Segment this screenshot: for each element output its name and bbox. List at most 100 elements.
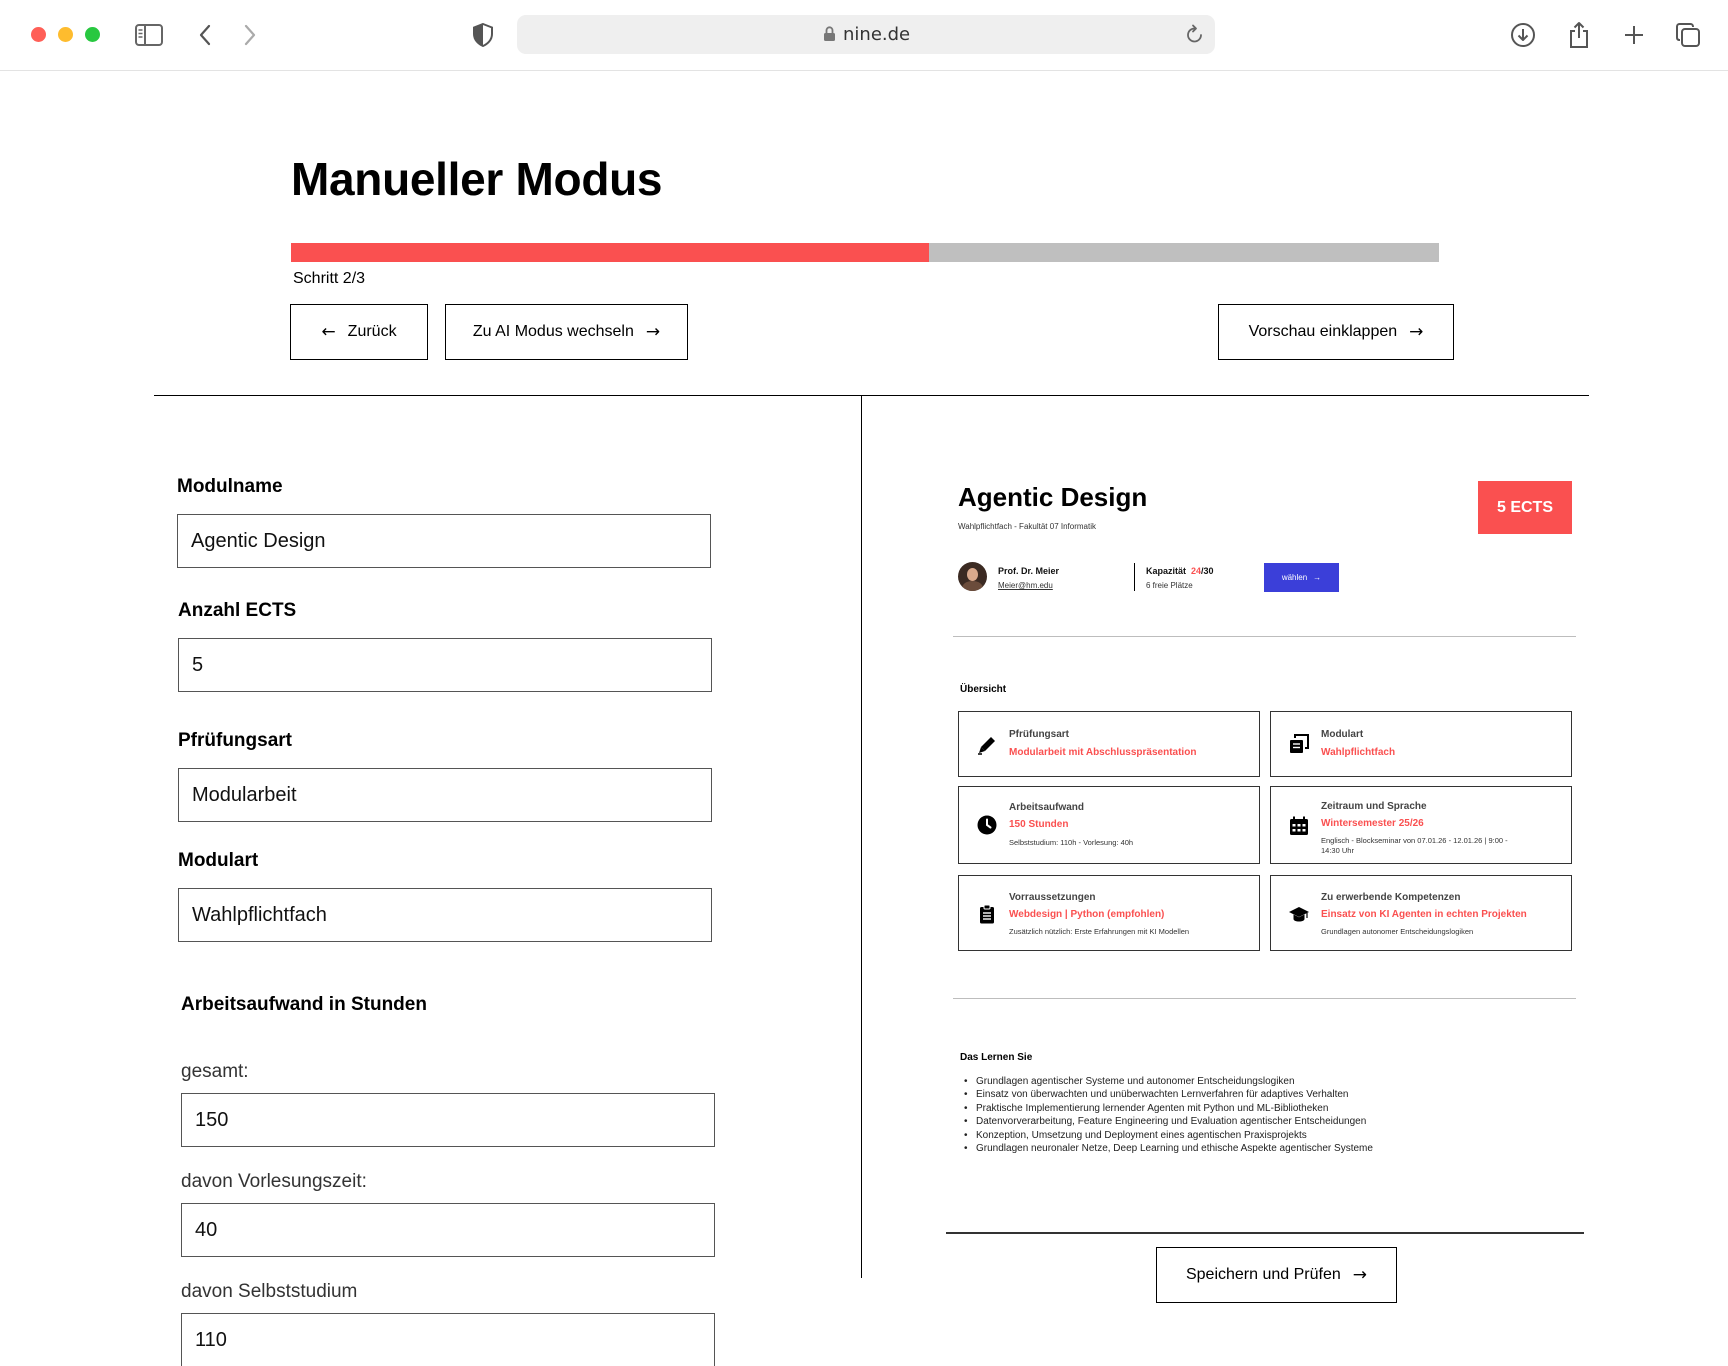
box-value: Wahlpflichtfach [1321, 747, 1396, 758]
capacity-taken: 24 [1191, 566, 1202, 576]
box-title: Zeitraum und Sprache [1321, 801, 1427, 812]
progress-fill [291, 243, 930, 262]
info-divider [1134, 563, 1135, 591]
box-note: Grundlagen autonomer Entscheidungslogike… [1321, 927, 1474, 936]
zoom-window-button[interactable] [85, 27, 100, 42]
self-study-label: davon Selbststudium [181, 1281, 358, 1302]
modulname-label: Modulname [177, 476, 283, 497]
arrow-right-icon: → [1352, 1264, 1368, 1285]
preview-divider [953, 636, 1576, 637]
back-button[interactable]: ← Zurück [290, 304, 428, 360]
copy-icon [1290, 734, 1309, 753]
lecture-hours-input[interactable]: 40 [181, 1203, 715, 1257]
switch-ai-mode-label: Zu AI Modus wechseln [472, 323, 634, 340]
pruefungsart-input[interactable]: Modularbeit [178, 768, 712, 822]
self-study-input[interactable]: 110 [181, 1313, 715, 1366]
box-title: Arbeitsaufwand [1009, 802, 1085, 813]
box-value: 150 Stunden [1009, 819, 1069, 830]
list-item: Einsatz von überwachten und unüberwachte… [964, 1088, 1373, 1102]
pen-icon [978, 737, 995, 755]
total-hours-label: gesamt: [181, 1061, 249, 1082]
arrow-right-icon: → [645, 321, 661, 342]
capacity-title: Kapazität [1146, 566, 1187, 576]
close-window-button[interactable] [31, 27, 46, 42]
avatar [958, 562, 987, 591]
modulname-input[interactable]: Agentic Design [177, 514, 711, 568]
box-value: Webdesign | Python (empfohlen) [1009, 909, 1165, 920]
list-item: Konzeption, Umsetzung und Deployment ein… [964, 1129, 1373, 1143]
new-tab-icon[interactable] [1619, 20, 1649, 50]
calendar-icon [1290, 816, 1308, 835]
box-title: Pfrüfungsart [1009, 729, 1069, 740]
box-title: Vorraussetzungen [1009, 892, 1096, 903]
progress-bar [291, 243, 1439, 262]
info-box-modulart: Modulart Wahlpflichtfach [1270, 711, 1572, 777]
box-value: Modularbeit mit Abschlusspräsentation [1009, 747, 1197, 758]
arrow-right-icon: → [1409, 321, 1424, 342]
collapse-preview-label: Vorschau einklappen [1248, 323, 1398, 340]
box-note: Zusätzlich nützlich: Erste Erfahrungen m… [1009, 927, 1190, 936]
browser-toolbar: nine.de [0, 0, 1728, 71]
box-note: Englisch - Blockseminar von 07.01.26 - 1… [1321, 836, 1508, 855]
reload-icon[interactable] [1186, 24, 1204, 44]
save-and-check-button[interactable]: Speichern und Prüfen → [1156, 1247, 1397, 1303]
sidebar-toggle-icon[interactable] [134, 20, 164, 50]
step-indicator: Schritt 2/3 [293, 270, 366, 287]
download-icon[interactable] [1508, 20, 1538, 50]
box-note: Selbststudium: 110h - Vorlesung: 40h [1009, 838, 1134, 847]
arrow-left-icon: ← [321, 321, 336, 342]
back-button-label: Zurück [347, 323, 397, 340]
professor-email[interactable]: Meier@hm.edu [998, 581, 1053, 590]
preview-subtitle: Wahlpflichtfach - Fakultät 07 Informatik [958, 522, 1096, 531]
collapse-preview-button[interactable]: Vorschau einklappen → [1218, 304, 1454, 360]
back-nav-icon[interactable] [190, 20, 220, 50]
clipboard-icon [980, 904, 994, 924]
ects-input[interactable]: 5 [178, 638, 712, 692]
box-value: Einsatz von KI Agenten in echten Projekt… [1321, 909, 1527, 920]
info-box-vorraussetzungen: Vorraussetzungen Webdesign | Python (emp… [958, 875, 1260, 951]
info-box-arbeitsaufwand: Arbeitsaufwand 150 Stunden Selbststudium… [958, 786, 1260, 864]
learn-title: Das Lernen Sie [960, 1052, 1033, 1063]
modulart-label: Modulart [178, 850, 259, 871]
ects-label: Anzahl ECTS [178, 600, 297, 621]
save-button-label: Speichern und Prüfen [1185, 1266, 1341, 1283]
learn-list: Grundlagen agentischer Systeme und auton… [964, 1075, 1373, 1156]
footer-divider [946, 1232, 1584, 1234]
arrow-right-icon: → [1313, 573, 1322, 582]
info-box-pruefungsart: Pfrüfungsart Modularbeit mit Abschlusspr… [958, 711, 1260, 777]
address-bar[interactable]: nine.de [517, 15, 1215, 54]
lecture-hours-label: davon Vorlesungszeit: [181, 1171, 367, 1192]
box-value: Wintersemester 25/26 [1321, 818, 1424, 829]
professor-name: Prof. Dr. Meier [998, 566, 1060, 576]
section-divider [154, 395, 1589, 396]
modulart-input[interactable]: Wahlpflichtfach [178, 888, 712, 942]
list-item: Grundlagen agentischer Systeme und auton… [964, 1075, 1373, 1089]
pruefungsart-label: Pfrüfungsart [178, 730, 292, 751]
list-item: Grundlagen neuronaler Netze, Deep Learni… [964, 1142, 1373, 1156]
forward-nav-icon[interactable] [235, 20, 265, 50]
capacity-label: Kapazität 24/30 [1146, 566, 1214, 576]
free-places: 6 freie Plätze [1146, 581, 1193, 590]
page-title: Manueller Modus [291, 153, 663, 205]
total-hours-input[interactable]: 150 [181, 1093, 715, 1147]
tab-overview-icon[interactable] [1673, 20, 1703, 50]
overview-title: Übersicht [960, 684, 1007, 695]
ects-badge: 5 ECTS [1478, 481, 1572, 534]
preview-divider [953, 998, 1576, 999]
info-box-zeitraum: Zeitraum und Sprache Wintersemester 25/2… [1270, 786, 1572, 864]
privacy-shield-icon[interactable] [468, 20, 498, 50]
info-box-kompetenzen: Zu erwerbende Kompetenzen Einsatz von KI… [1270, 875, 1572, 951]
minimize-window-button[interactable] [58, 27, 73, 42]
box-title: Modulart [1321, 729, 1364, 740]
list-item: Datenvorverarbeitung, Feature Engineerin… [964, 1115, 1373, 1129]
share-icon[interactable] [1564, 20, 1594, 50]
switch-ai-mode-button[interactable]: Zu AI Modus wechseln → [445, 304, 688, 360]
choose-button-label: wählen [1281, 573, 1308, 582]
clock-icon [977, 815, 997, 835]
column-divider [861, 396, 862, 1278]
choose-button[interactable]: wählen → [1264, 563, 1339, 592]
box-title: Zu erwerbende Kompetenzen [1321, 892, 1461, 903]
url-text: nine.de [843, 24, 911, 45]
list-item: Praktische Implementierung lernender Age… [964, 1102, 1373, 1116]
graduation-cap-icon [1289, 907, 1309, 922]
